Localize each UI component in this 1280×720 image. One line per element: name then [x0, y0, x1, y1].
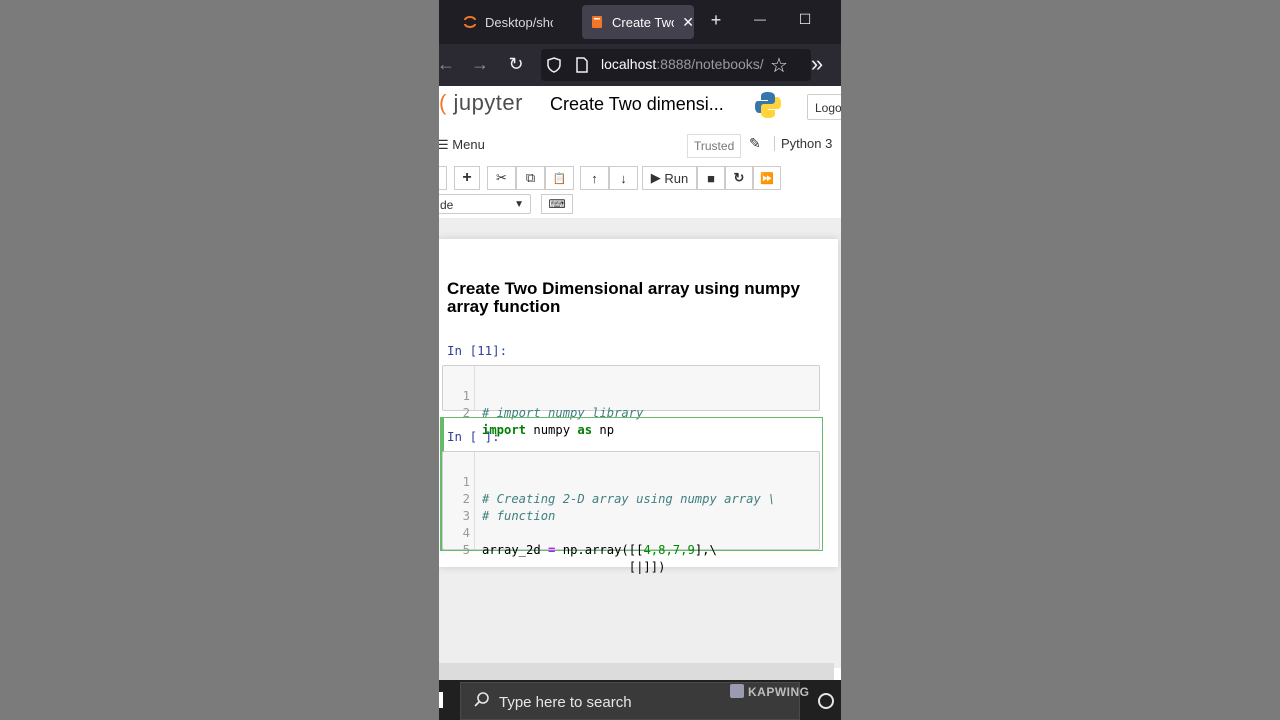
new-tab-button[interactable]: + — [704, 10, 728, 31]
jupyter-logo[interactable]: ( jupyter — [439, 90, 523, 116]
windows-start-icon[interactable] — [439, 692, 443, 708]
search-icon — [474, 692, 489, 707]
play-icon: ▶ — [650, 170, 661, 185]
interrupt-kernel-button[interactable]: ■ — [697, 166, 725, 190]
code-line: 4 array_2d = np.array([[4,8,7,9],\ — [443, 508, 819, 557]
notebook-title[interactable]: Create Two dimensi... — [550, 94, 724, 115]
edit-pencil-icon[interactable]: ✎ — [749, 135, 761, 152]
close-tab-icon[interactable]: ✕ — [682, 14, 694, 31]
maximize-button[interactable]: ☐ — [793, 11, 817, 28]
code-line: 2 import numpy as np — [443, 388, 819, 437]
right-backdrop — [841, 0, 1280, 720]
menu-button[interactable]: ☰ Menu — [439, 137, 485, 153]
watermark-text: KAPWING — [748, 685, 810, 699]
menu-label: Menu — [452, 137, 485, 152]
jupyter-header: ( jupyter Create Two dimensi... Logo — [439, 86, 841, 130]
url-text[interactable]: localhost:8888/notebooks/ — [601, 56, 764, 72]
code-line: 1 # Creating 2-D array using numpy array… — [443, 457, 819, 506]
jupyter-favicon-icon — [464, 16, 476, 28]
left-backdrop — [0, 0, 439, 720]
minimize-button[interactable]: — — [748, 12, 772, 26]
keyboard-shortcuts-button[interactable]: ⌨ — [541, 194, 573, 214]
cell-prompt: In [11]: — [447, 343, 508, 358]
tab-create-two[interactable]: Create Two ✕ — [582, 5, 694, 39]
code-line: 5 [|]]) — [443, 525, 819, 574]
cell-type-value: de — [440, 198, 454, 212]
move-down-button[interactable]: ↓ — [609, 166, 638, 190]
restart-run-all-button[interactable]: ⏩ — [753, 166, 781, 190]
python-logo-icon — [755, 92, 781, 118]
search-placeholder: Type here to search — [499, 694, 632, 711]
jupyter-menu-row: ☰ Menu Trusted ✎ Python 3 — [439, 130, 841, 160]
browser-tab-bar: Desktop/short Create Two ✕ + — ☐ — [439, 0, 841, 44]
hamburger-icon: ☰ — [439, 137, 449, 152]
url-path: :8888/notebooks/ — [656, 56, 764, 72]
save-button[interactable] — [439, 166, 447, 190]
code-line: 3 — [443, 491, 819, 523]
code-identifier: ],\ — [694, 543, 717, 557]
overflow-chevron-icon[interactable]: » — [806, 51, 828, 77]
jupyter-logo-mark-icon: ( — [439, 90, 447, 115]
code-identifier: [|]]) — [628, 560, 666, 574]
code-text: array_2d = np.array([[4,8,7,9],\ — [482, 542, 717, 559]
run-button[interactable]: ▶ Run — [642, 166, 697, 190]
kapwing-logo-icon — [730, 684, 744, 698]
run-label: Run — [664, 170, 689, 186]
paste-button[interactable]: 📋 — [545, 166, 574, 190]
code-line: 2 # function — [443, 474, 819, 523]
cut-button[interactable]: ✂ — [487, 166, 516, 190]
windows-taskbar: Type here to search KAPWING — [439, 680, 841, 720]
code-text: [|]]) — [482, 559, 666, 576]
tab-desktop-short[interactable]: Desktop/short — [463, 5, 583, 39]
screen-capture: Desktop/short Create Two ✕ + — ☐ ← → ↻ l… — [439, 0, 841, 720]
kernel-indicator[interactable]: Python 3 — [774, 136, 832, 151]
back-arrow-icon[interactable]: ← — [439, 54, 457, 75]
forward-arrow-icon[interactable]: → — [469, 54, 491, 75]
notebook-container: Create Two Dimensional array using numpy… — [439, 239, 838, 574]
trusted-indicator[interactable]: Trusted — [687, 134, 742, 158]
code-line: 1 # import numpy library — [443, 371, 819, 420]
page-icon — [576, 57, 588, 73]
browser-nav-bar: ← → ↻ localhost:8888/notebooks/ ☆ » — [439, 44, 841, 86]
code-cell-2[interactable]: 1 # Creating 2-D array using numpy array… — [442, 451, 820, 574]
chevron-down-icon: ▼ — [514, 199, 524, 210]
cell-type-select[interactable]: de ▼ — [439, 194, 531, 214]
restart-kernel-button[interactable]: ↻ — [725, 166, 753, 190]
jupyter-logo-text: jupyter — [453, 90, 523, 115]
code-cell-1[interactable]: 1 # import numpy library 2 import numpy … — [442, 365, 820, 437]
move-up-button[interactable]: ↑ — [580, 166, 609, 190]
tab-label: Desktop/short — [485, 14, 553, 30]
copy-button[interactable]: ⧉ — [516, 166, 545, 190]
shield-icon[interactable] — [546, 57, 562, 73]
code-number: 4,8,7,9 — [643, 543, 695, 557]
markdown-heading: Create Two Dimensional array using numpy… — [447, 279, 800, 316]
url-host: localhost — [601, 56, 657, 72]
logout-button[interactable]: Logo — [807, 94, 841, 120]
notebook-toolbar: + ✂ ⧉ 📋 ↑ ↓ ▶ Run ■ ↻ ⏩ — [439, 164, 841, 192]
reload-icon[interactable]: ↻ — [505, 54, 527, 75]
tab-label: Create Two — [612, 14, 675, 30]
bookmark-star-icon[interactable]: ☆ — [768, 53, 790, 78]
kapwing-watermark: KAPWING — [730, 684, 810, 699]
line-number: 5 — [462, 543, 470, 557]
horizontal-scrollbar[interactable] — [439, 663, 834, 680]
notebook-toolbar-row2: de ▼ ⌨ — [439, 192, 841, 216]
code-identifier: np.array([[ — [555, 543, 644, 557]
add-cell-button[interactable]: + — [454, 166, 480, 190]
cell-prompt: In [ ]: — [447, 429, 500, 444]
cortana-icon[interactable] — [818, 693, 834, 709]
notebook-favicon-icon — [592, 16, 602, 28]
